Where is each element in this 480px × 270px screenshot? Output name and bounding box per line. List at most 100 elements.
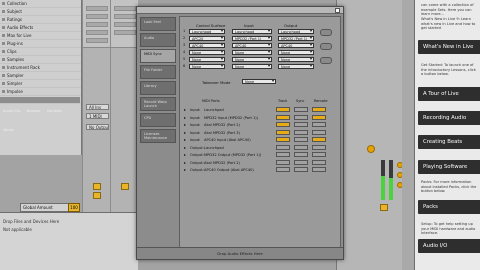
control-surface-input-select[interactable]: APC40 xyxy=(232,43,272,48)
remote-toggle[interactable] xyxy=(312,167,326,172)
remote-toggle[interactable] xyxy=(312,137,326,142)
browser-item[interactable]: Ratings xyxy=(0,16,81,24)
remote-toggle[interactable] xyxy=(312,144,326,150)
track-toggle[interactable] xyxy=(276,129,290,135)
pan-knob[interactable] xyxy=(367,145,375,153)
control-surface-surface-select[interactable]: None xyxy=(189,57,225,62)
track-toggle[interactable] xyxy=(276,152,290,157)
expand-arrow-icon[interactable]: ▸ xyxy=(184,137,186,142)
clip-slot[interactable] xyxy=(114,22,136,27)
control-surface-input-select[interactable]: None xyxy=(232,64,272,69)
left-tab[interactable]: Vocals xyxy=(0,127,17,133)
help-button-packs[interactable]: Packs xyxy=(418,200,480,214)
sync-toggle[interactable] xyxy=(294,122,308,127)
browser-item[interactable]: Subject xyxy=(0,8,81,16)
dump-preset-button[interactable] xyxy=(320,57,332,64)
takeover-mode-select[interactable]: None xyxy=(242,79,276,84)
track-toggle[interactable] xyxy=(276,122,290,127)
pref-tab[interactable]: Audio xyxy=(140,33,176,47)
expand-arrow-icon[interactable]: ▸ xyxy=(184,130,186,135)
help-button-playing-software[interactable]: Playing Software xyxy=(418,160,480,174)
track-toggle[interactable] xyxy=(276,167,290,172)
clip-slot[interactable] xyxy=(114,30,136,35)
browser-item[interactable]: Collection xyxy=(0,0,81,8)
track-toggle[interactable] xyxy=(276,114,290,120)
dump-preset-button[interactable] xyxy=(320,43,332,50)
help-button-tour[interactable]: A Tour of Live xyxy=(418,87,480,101)
pref-tab[interactable]: MIDI Sync xyxy=(140,49,176,63)
browser-item[interactable]: Plug-ins xyxy=(0,40,81,48)
control-surface-input-select[interactable]: Launchpad xyxy=(232,29,272,34)
clip-slot[interactable] xyxy=(114,6,136,11)
expand-arrow-icon[interactable]: ▸ xyxy=(184,152,186,157)
track-toggle[interactable] xyxy=(276,107,290,112)
control-surface-output-select[interactable]: None xyxy=(278,50,314,55)
close-icon[interactable] xyxy=(335,8,340,13)
track-activator-button[interactable] xyxy=(121,183,129,190)
solo-button[interactable] xyxy=(93,192,101,199)
control-surface-output-select[interactable]: None xyxy=(278,64,314,69)
control-surface-surface-select[interactable]: APC40 xyxy=(189,43,225,48)
expand-arrow-icon[interactable]: ▸ xyxy=(184,145,186,150)
track-toggle[interactable] xyxy=(276,159,290,165)
control-surface-surface-select[interactable]: Launchpad xyxy=(189,29,225,34)
sync-toggle[interactable] xyxy=(294,144,308,150)
clip-slot[interactable] xyxy=(86,38,108,43)
remote-toggle[interactable] xyxy=(312,129,326,135)
input-type-select[interactable]: All Ins xyxy=(86,104,109,110)
browser-item[interactable]: Simpler xyxy=(0,80,81,88)
dump-preset-button[interactable] xyxy=(320,29,332,36)
control-surface-input-select[interactable]: MPD32 (Port 1) xyxy=(232,36,272,41)
remote-toggle[interactable] xyxy=(312,107,326,112)
pref-tab[interactable]: File Folder xyxy=(140,65,176,79)
pref-tab[interactable]: Library xyxy=(140,81,176,95)
remote-toggle[interactable] xyxy=(312,114,326,120)
pref-tab[interactable]: Look Feel xyxy=(140,17,176,31)
sync-toggle[interactable] xyxy=(294,114,308,120)
control-surface-output-select[interactable]: Launchpad xyxy=(278,29,314,34)
mute-button[interactable] xyxy=(380,204,388,211)
global-amount-value[interactable]: 100 xyxy=(68,203,80,212)
sync-toggle[interactable] xyxy=(294,107,308,112)
control-surface-output-select[interactable]: MPD32 (Port 1) xyxy=(278,36,314,41)
help-button-audio-io[interactable]: Audio I/O xyxy=(418,239,480,253)
track-activator-button[interactable] xyxy=(93,183,101,190)
sync-toggle[interactable] xyxy=(294,129,308,135)
browser-item[interactable]: Instrument Rack xyxy=(0,64,81,72)
expand-arrow-icon[interactable]: ▸ xyxy=(184,167,186,172)
browser-item[interactable]: Audio Effects xyxy=(0,24,81,32)
clip-slot[interactable] xyxy=(86,6,108,11)
track-toggle[interactable] xyxy=(276,144,290,150)
clip-slot[interactable] xyxy=(86,14,108,19)
expand-arrow-icon[interactable]: ▸ xyxy=(184,115,186,120)
sync-toggle[interactable] xyxy=(294,152,308,157)
expand-arrow-icon[interactable]: ▸ xyxy=(184,107,186,112)
output-select[interactable]: No Output xyxy=(86,124,109,130)
control-surface-input-select[interactable]: None xyxy=(232,57,272,62)
track-toggle[interactable] xyxy=(276,137,290,142)
control-surface-surface-select[interactable]: APC20 xyxy=(189,36,225,41)
browser-item[interactable]: Samples xyxy=(0,56,81,64)
pref-tab[interactable]: Record Warp Launch xyxy=(140,97,176,111)
help-button-creating-beats[interactable]: Creating Beats xyxy=(418,135,480,149)
clip-slot[interactable] xyxy=(114,14,136,19)
browser-item[interactable]: Impulse xyxy=(0,88,81,96)
left-tab[interactable]: Browser xyxy=(24,108,44,114)
expand-arrow-icon[interactable]: ▸ xyxy=(184,160,186,165)
control-surface-input-select[interactable]: None xyxy=(232,50,272,55)
browser-item[interactable]: Sampler xyxy=(0,72,81,80)
input-channel-select[interactable]: 1 MIDI xyxy=(86,113,109,119)
sync-toggle[interactable] xyxy=(294,159,308,165)
pref-tab[interactable]: CPU xyxy=(140,113,176,127)
help-button-recording-audio[interactable]: Recording Audio xyxy=(418,111,480,125)
browser-item[interactable]: Clips xyxy=(0,48,81,56)
left-tab[interactable]: Samples xyxy=(44,108,65,114)
sync-toggle[interactable] xyxy=(294,167,308,172)
clip-slot[interactable] xyxy=(86,22,108,27)
clip-slot[interactable] xyxy=(86,30,108,35)
help-button-whats-new[interactable]: What's New in Live xyxy=(418,40,480,54)
left-tab[interactable]: Audio Clip xyxy=(0,108,24,114)
expand-arrow-icon[interactable]: ▸ xyxy=(184,122,186,127)
remote-toggle[interactable] xyxy=(312,152,326,157)
pref-tab[interactable]: Licenses Maintenance xyxy=(140,129,176,143)
